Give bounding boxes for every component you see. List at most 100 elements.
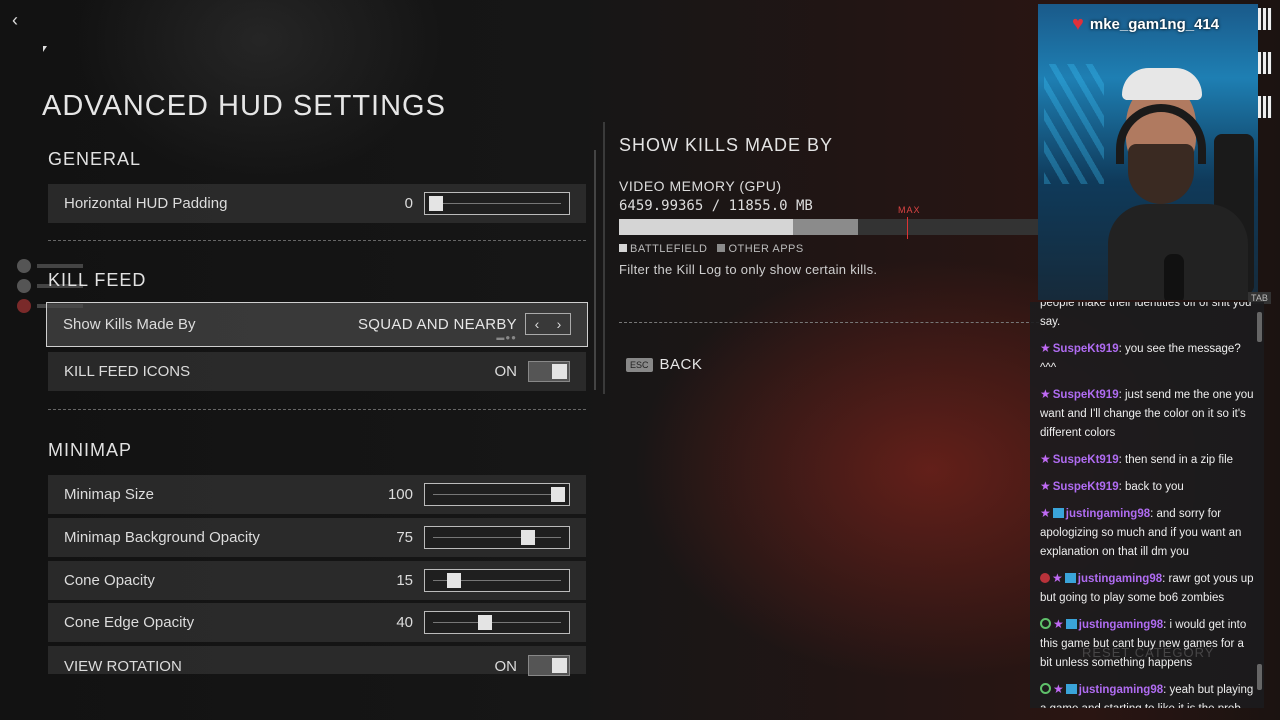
- setting-value: 0: [404, 195, 413, 212]
- enemy-icon: [17, 299, 31, 313]
- webcam-overlay: [1038, 4, 1258, 300]
- cone-edge-opacity-slider[interactable]: [424, 611, 570, 634]
- setting-value: ON: [494, 363, 518, 380]
- legend-battlefield: BATTLEFIELD: [619, 243, 707, 255]
- setting-cone-opacity[interactable]: Cone Opacity 15: [48, 561, 586, 600]
- legend-swatch: [717, 244, 726, 252]
- setting-value: 15: [396, 572, 413, 589]
- prime-badge-icon: [1065, 684, 1077, 694]
- qr-code-icon: [1258, 8, 1272, 30]
- weapon-icon: [17, 259, 31, 273]
- chat-message: ★ SuspeKt919: then send in a zip file: [1040, 450, 1258, 470]
- slider-thumb[interactable]: [477, 615, 492, 630]
- minimap-background-opacity-slider[interactable]: [424, 526, 570, 549]
- chat-message: ★ justingaming98: i would get into this g…: [1040, 615, 1258, 673]
- settings-scrollbar[interactable]: [594, 150, 596, 390]
- chevron-left-icon[interactable]: ‹: [526, 314, 548, 334]
- chat-username[interactable]: SuspeKt919: [1053, 343, 1119, 355]
- legend-other-apps: OTHER APPS: [717, 243, 803, 255]
- qr-code-icon: [1258, 96, 1272, 118]
- setting-show-kills-made-by[interactable]: Show Kills Made By SQUAD AND NEARBY ‹ › …: [46, 302, 588, 347]
- chat-message: ★ SuspeKt919: back to you: [1040, 477, 1258, 497]
- slider-track: [433, 622, 561, 623]
- detail-divider: [619, 322, 1039, 323]
- horizontal-hud-padding-slider[interactable]: [424, 192, 570, 215]
- setting-minimap-size[interactable]: Minimap Size 100: [48, 475, 586, 514]
- cone-opacity-slider[interactable]: [424, 569, 570, 592]
- view-rotation-toggle[interactable]: [528, 655, 570, 676]
- chevron-right-icon[interactable]: ›: [548, 314, 570, 334]
- setting-label: VIEW ROTATION: [64, 658, 182, 675]
- chat-username[interactable]: SuspeKt919: [1053, 389, 1119, 401]
- prime-badge-icon: [1065, 619, 1077, 629]
- back-arrow-icon[interactable]: ‹: [12, 10, 30, 32]
- minimap-size-slider[interactable]: [424, 483, 570, 506]
- slider-track: [433, 203, 561, 204]
- section-kill-feed: KILL FEED: [48, 270, 147, 290]
- video-memory-battlefield-fill: [619, 219, 794, 235]
- slider-track: [433, 537, 561, 538]
- setting-kill-feed-icons[interactable]: KILL FEED ICONS ON: [48, 352, 586, 391]
- esc-key-hint: ESC: [626, 357, 653, 372]
- streamer: [1108, 64, 1248, 300]
- status-dot-icon: [1040, 573, 1050, 583]
- chat-username[interactable]: justingaming98: [1079, 684, 1163, 696]
- chat-username[interactable]: SuspeKt919: [1053, 481, 1119, 493]
- detail-panel-border: [603, 122, 605, 394]
- option-selector[interactable]: ‹ ›: [525, 313, 571, 335]
- setting-label: Show Kills Made By: [63, 316, 196, 333]
- weapon-icon: [17, 279, 31, 293]
- video-memory-label: VIDEO MEMORY (GPU): [619, 178, 782, 194]
- subscriber-star-icon: ★: [1040, 341, 1051, 355]
- chat-message: ★ SuspeKt919: you see the message? ^^^: [1040, 339, 1258, 378]
- setting-description: Filter the Kill Log to only show certain…: [619, 262, 878, 277]
- setting-value: 40: [396, 614, 413, 631]
- legend-swatch: [619, 244, 627, 252]
- video-memory-max-marker: [907, 217, 908, 239]
- streamer-cap: [1122, 68, 1202, 100]
- chat-message: ★ justingaming98: rawr got yous up but go…: [1040, 569, 1258, 608]
- slider-thumb[interactable]: [551, 487, 565, 502]
- chat-text: : back to you: [1118, 481, 1184, 493]
- chat-username[interactable]: justingaming98: [1079, 619, 1163, 631]
- legend-label: BATTLEFIELD: [630, 243, 708, 255]
- slider-track: [433, 494, 561, 495]
- setting-value: 75: [396, 529, 413, 546]
- chat-scrollbar[interactable]: [1257, 664, 1262, 690]
- prime-badge-icon: [1052, 508, 1064, 518]
- slider-thumb[interactable]: [447, 573, 462, 588]
- video-memory-max-label: MAX: [898, 205, 921, 215]
- section-general: GENERAL: [48, 149, 142, 169]
- setting-label: KILL FEED ICONS: [64, 363, 191, 380]
- setting-horizontal-hud-padding[interactable]: Horizontal HUD Padding 0: [48, 184, 586, 223]
- setting-label: Cone Edge Opacity: [64, 614, 195, 631]
- video-memory-legend: BATTLEFIELD OTHER APPS: [619, 243, 804, 255]
- subscriber-star-icon: ★: [1053, 682, 1064, 696]
- setting-label: Horizontal HUD Padding: [64, 195, 228, 212]
- back-button[interactable]: ESC BACK: [626, 356, 702, 373]
- subscriber-star-icon: ★: [1052, 571, 1063, 585]
- chat-text: : then send in a zip file: [1118, 454, 1234, 466]
- chat-scrollbar[interactable]: [1257, 312, 1262, 342]
- slider-thumb[interactable]: [429, 196, 443, 211]
- setting-value: SQUAD AND NEARBY: [357, 316, 517, 333]
- streamer-name: mke_gam1ng_414: [1089, 15, 1220, 33]
- chat-message: people make their identities off of shit…: [1040, 302, 1258, 332]
- setting-minimap-background-opacity[interactable]: Minimap Background Opacity 75: [48, 518, 586, 557]
- chat-username[interactable]: justingaming98: [1078, 573, 1162, 585]
- option-position-dots: ▬●●: [496, 333, 517, 342]
- avatar-ring-icon: [1040, 618, 1051, 629]
- setting-label: Minimap Background Opacity: [64, 529, 260, 546]
- chat-username[interactable]: SuspeKt919: [1053, 454, 1119, 466]
- setting-value: ON: [494, 658, 518, 675]
- setting-view-rotation[interactable]: VIEW ROTATION ON: [48, 646, 586, 676]
- microphone-icon: [1164, 254, 1184, 300]
- chat-username[interactable]: justingaming98: [1066, 508, 1150, 520]
- kill-feed-icons-toggle[interactable]: [528, 361, 570, 382]
- setting-cone-edge-opacity[interactable]: Cone Edge Opacity 40: [48, 603, 586, 642]
- subscriber-star-icon: ★: [1053, 617, 1064, 631]
- slider-thumb[interactable]: [520, 530, 535, 545]
- video-memory-bar: [619, 219, 1039, 235]
- prime-badge-icon: [1064, 573, 1076, 583]
- back-button-label: BACK: [659, 356, 703, 373]
